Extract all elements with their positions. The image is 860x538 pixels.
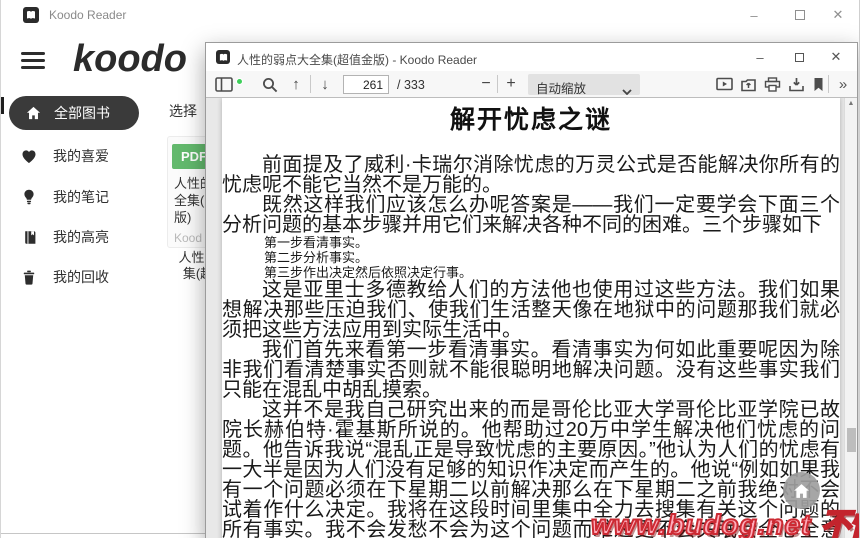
- main-maximize-button[interactable]: [785, 4, 815, 26]
- paragraph: 我们首先来看第一步看清事实。看清事实为何如此重要呢因为除非我们看清楚事实否则就不…: [222, 340, 840, 400]
- paragraph: 既然这样我们应该怎么办呢答案是——我们一定要学会下面三个分析问题的基本步骤并用它…: [222, 195, 840, 235]
- desktop-screen: Koodo Reader – ✕ koodo 全部图书 我的喜爱 我的笔记 我的…: [0, 0, 860, 538]
- scroll-up-arrow[interactable]: ▲: [845, 100, 857, 107]
- reader-window-title: 人性的弱点大全集(超值金版) - Koodo Reader: [237, 51, 477, 68]
- download-icon[interactable]: [787, 76, 805, 93]
- scrollbar-thumb[interactable]: [847, 428, 856, 452]
- step-line: 第三步作出决定然后依照决定行事。: [222, 265, 840, 280]
- trash-icon: [21, 270, 37, 285]
- notification-dot: [236, 78, 243, 85]
- lightbulb-icon: [21, 189, 37, 205]
- more-tools-button[interactable]: »: [833, 73, 853, 95]
- page-number-input[interactable]: [343, 75, 389, 94]
- library-select-toggle[interactable]: 选择: [169, 101, 197, 121]
- bookmark-icon[interactable]: [810, 76, 826, 93]
- sidebar-item-highlights[interactable]: 我的高亮: [9, 226, 159, 248]
- sidebar-item-favorites[interactable]: 我的喜爱: [9, 145, 159, 167]
- sidebar-item-all-books[interactable]: 全部图书: [9, 96, 139, 130]
- paragraph: 前面提及了威利·卡瑞尔消除忧虑的万灵公式是否能解决你所有的忧虑呢不能它当然不是万…: [222, 155, 840, 195]
- sidebar-item-label: 我的回收: [53, 267, 109, 287]
- sidebar-item-label: 我的高亮: [53, 227, 109, 247]
- reader-close-button[interactable]: ✕: [823, 46, 849, 68]
- vertical-scrollbar[interactable]: ▲: [844, 98, 857, 538]
- home-icon: [793, 483, 810, 499]
- zoom-level-select[interactable]: 自动缩放: [528, 74, 640, 95]
- heart-icon: [21, 149, 37, 164]
- step-line: 第二步分析事实。: [222, 250, 840, 265]
- page-total-label: / 333: [397, 78, 425, 92]
- pdf-toolbar: ↑ ↓ / 333 − + 自动缩放: [206, 71, 857, 98]
- sidebar-item-label: 我的笔记: [53, 187, 109, 207]
- toolbar-separator: [828, 75, 829, 93]
- reader-window: 人性的弱点大全集(超值金版) - Koodo Reader – ✕ ↑ ↓ / …: [205, 42, 858, 538]
- reader-titlebar: 人性的弱点大全集(超值金版) - Koodo Reader – ✕: [206, 43, 857, 71]
- maximize-icon: [795, 53, 804, 62]
- book-card-meta: Kood: [174, 231, 202, 245]
- page-text: 前面提及了威利·卡瑞尔消除忧虑的万灵公式是否能解决你所有的忧虑呢不能它当然不是万…: [222, 155, 840, 538]
- maximize-icon: [795, 10, 805, 20]
- book-icon: [21, 230, 37, 245]
- step-line: 第一步看清事实。: [222, 235, 840, 250]
- sidebar-item-label: 全部图书: [54, 103, 110, 123]
- chapter-title: 解开忧虑之谜: [222, 100, 840, 136]
- koodo-app-icon: [23, 7, 39, 23]
- main-titlebar: Koodo Reader – ✕: [1, 0, 860, 30]
- pdf-page: 解开忧虑之谜 前面提及了威利·卡瑞尔消除忧虑的万灵公式是否能解决你所有的忧虑呢不…: [222, 98, 840, 538]
- paragraph: 这是亚里士多德教给人们的方法他也使用过这些方法。我们如果想解决那些压迫我们、使我…: [222, 280, 840, 340]
- search-icon[interactable]: [261, 76, 279, 93]
- toolbar-separator: [497, 75, 498, 93]
- koodo-app-icon: [216, 50, 230, 64]
- zoom-out-button[interactable]: −: [477, 73, 495, 95]
- reader-minimize-button[interactable]: –: [747, 46, 773, 68]
- sidebar-item-label: 我的喜爱: [53, 146, 109, 166]
- back-home-button[interactable]: [783, 472, 820, 509]
- hamburger-menu-icon[interactable]: [21, 52, 45, 70]
- nav-selected-indicator: [1, 97, 4, 114]
- koodo-logo: koodo: [73, 38, 187, 81]
- toolbar-separator: [310, 75, 311, 93]
- zoom-in-button[interactable]: +: [502, 73, 520, 95]
- home-icon: [26, 106, 41, 120]
- main-close-button[interactable]: ✕: [823, 4, 853, 26]
- toggle-sidebar-button[interactable]: [214, 76, 234, 93]
- previous-page-button[interactable]: ↑: [287, 74, 305, 94]
- sidebar-item-notes[interactable]: 我的笔记: [9, 186, 159, 208]
- zoom-select-value: 自动缩放: [536, 78, 586, 97]
- reader-maximize-button[interactable]: [786, 46, 812, 68]
- pdf-viewer-area: 解开忧虑之谜 前面提及了威利·卡瑞尔消除忧虑的万灵公式是否能解决你所有的忧虑呢不…: [206, 98, 857, 538]
- presentation-mode-icon[interactable]: [715, 76, 733, 93]
- main-minimize-button[interactable]: –: [739, 4, 769, 26]
- print-icon[interactable]: [763, 76, 781, 93]
- sidebar-item-trash[interactable]: 我的回收: [9, 266, 159, 288]
- next-page-button[interactable]: ↓: [316, 74, 334, 94]
- main-window-title: Koodo Reader: [49, 8, 126, 22]
- open-file-icon[interactable]: [739, 76, 757, 93]
- paragraph: 这并不是我自己研究出来的而是哥伦比亚大学哥伦比亚学院已故院长赫伯特·霍基斯所说的…: [222, 400, 840, 538]
